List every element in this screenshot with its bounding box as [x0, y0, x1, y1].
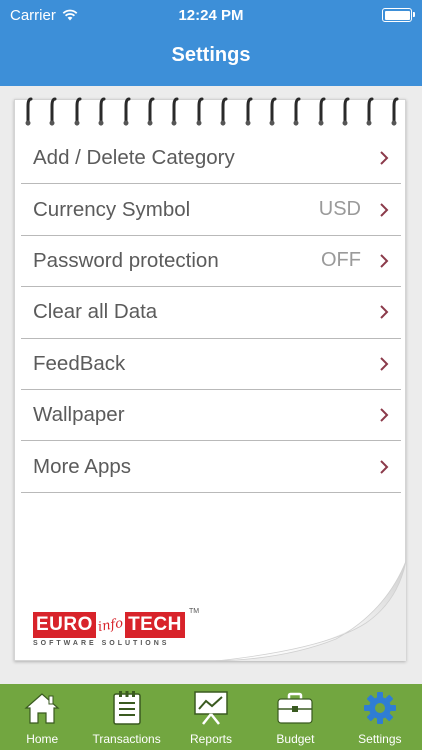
carrier-label: Carrier: [10, 6, 56, 24]
settings-notepad: Add / Delete Category Currency Symbol US…: [14, 96, 406, 661]
spiral-ring: [243, 96, 253, 126]
settings-row-currency-symbol[interactable]: Currency Symbol USD: [21, 184, 401, 236]
spiral-ring: [145, 96, 155, 126]
spiral-ring: [389, 96, 399, 126]
tab-transactions[interactable]: Transactions: [84, 684, 168, 750]
logo-euro: EURO: [33, 612, 96, 638]
spiral-ring: [72, 96, 82, 126]
settings-row-label: Wallpaper: [33, 403, 125, 427]
settings-row-label: Currency Symbol: [33, 197, 191, 221]
spiral-ring: [47, 96, 57, 126]
spiral-ring: [340, 96, 350, 126]
spiral-ring: [364, 96, 374, 126]
gear-icon: [360, 688, 400, 728]
tab-home[interactable]: Home: [0, 684, 84, 750]
chevron-right-icon: [380, 202, 389, 217]
tab-budget[interactable]: Budget: [253, 684, 337, 750]
budget-icon: [275, 688, 315, 728]
tab-label: Settings: [358, 732, 402, 746]
logo-info: info: [96, 615, 125, 635]
wifi-icon: [62, 9, 78, 21]
settings-row-wallpaper[interactable]: Wallpaper: [21, 390, 401, 442]
chevron-right-icon: [380, 305, 389, 320]
page-curl-decoration: [216, 561, 406, 661]
status-bar: Carrier 12:24 PM: [0, 0, 422, 30]
spiral-ring: [121, 96, 131, 126]
settings-row-feedback[interactable]: FeedBack: [21, 339, 401, 390]
settings-row-password-protection[interactable]: Password protection OFF: [21, 236, 401, 288]
settings-row-label: More Apps: [33, 454, 131, 478]
logo-subtitle: SOFTWARE SOLUTIONS: [33, 640, 170, 647]
settings-row-label: Clear all Data: [33, 300, 158, 324]
home-icon: [22, 688, 62, 728]
currency-value: USD: [318, 198, 361, 221]
app-header: Carrier 12:24 PM Settings: [0, 0, 422, 86]
chevron-right-icon: [380, 357, 389, 371]
logo-tech: TECH: [125, 612, 185, 638]
settings-row-more-apps[interactable]: More Apps: [21, 441, 401, 493]
chevron-right-icon: [380, 151, 389, 165]
carrier-group: Carrier: [10, 7, 78, 24]
company-logo: EURO info TECH TM SOFTWARE SOLUTIONS: [33, 608, 199, 650]
settings-row-label: Add / Delete Category: [33, 146, 235, 170]
settings-row-add-delete-category[interactable]: Add / Delete Category: [21, 133, 401, 185]
settings-row-label: Password protection: [33, 248, 219, 272]
spiral-ring: [194, 96, 204, 126]
spiral-binding: [19, 96, 403, 132]
transactions-icon: [107, 688, 147, 728]
settings-row-clear-all-data[interactable]: Clear all Data: [21, 287, 401, 339]
tab-bar: Home Transactions Reports Budget Setting…: [0, 684, 422, 750]
settings-list: Add / Delete Category Currency Symbol US…: [21, 133, 401, 493]
reports-icon: [191, 688, 231, 728]
tab-label: Transactions: [92, 732, 161, 746]
spiral-ring: [291, 96, 301, 126]
tab-label: Reports: [190, 732, 233, 746]
chevron-right-icon: [380, 254, 389, 268]
chevron-right-icon: [380, 408, 389, 422]
password-status-value: OFF: [321, 249, 361, 272]
spiral-ring: [169, 96, 179, 126]
chevron-right-icon: [380, 459, 389, 474]
logo-wordmark: EURO info TECH: [33, 612, 185, 638]
spiral-ring: [218, 96, 228, 126]
tab-settings[interactable]: Settings: [338, 684, 422, 750]
spiral-ring: [23, 96, 33, 126]
tab-label: Home: [26, 732, 59, 746]
tab-label: Budget: [276, 732, 315, 746]
settings-row-label: FeedBack: [33, 351, 126, 375]
page-title: Settings: [171, 44, 251, 66]
logo-trademark: TM: [189, 608, 200, 615]
spiral-ring: [316, 96, 326, 126]
spiral-ring: [96, 96, 106, 126]
tab-reports[interactable]: Reports: [169, 684, 253, 750]
battery-icon: [382, 8, 415, 22]
spiral-ring: [267, 96, 277, 126]
